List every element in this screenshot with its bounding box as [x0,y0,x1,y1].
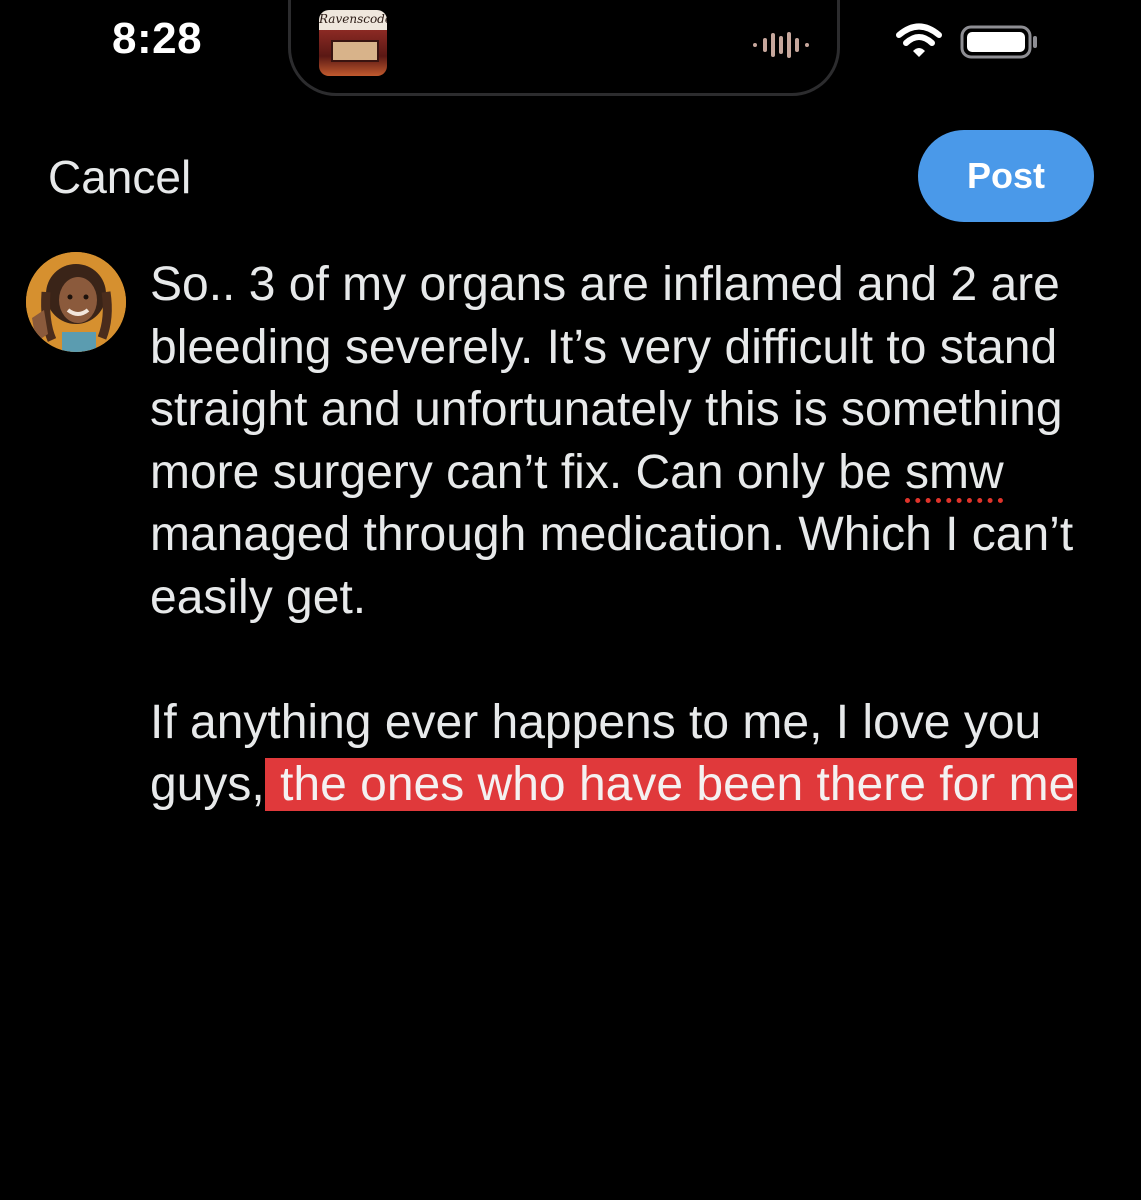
selected-text-highlight[interactable]: the ones who have been there for me [264,758,1078,811]
wifi-icon [896,23,942,57]
now-playing-artwork[interactable]: Ravenscode [319,10,387,76]
avatar-illustration [26,252,126,352]
artwork-sign-graphic [331,40,379,62]
battery-icon [960,25,1037,59]
avatar[interactable] [26,252,126,352]
tweet-paragraph-1: So.. 3 of my organs are inflamed and 2 a… [150,254,1120,629]
cancel-button[interactable]: Cancel [48,150,191,204]
tweet-compose-text[interactable]: So.. 3 of my organs are inflamed and 2 a… [150,254,1120,817]
post-button[interactable]: Post [918,130,1094,222]
now-playing-art-text: Ravenscode [319,12,387,26]
dynamic-island[interactable]: Ravenscode [288,0,840,96]
audio-waveform-icon [753,32,809,58]
tweet-text-part: managed through medication. Which I can’… [150,508,1074,624]
misspelled-word[interactable]: smw [905,446,1004,499]
tweet-paragraph-2: If anything ever happens to me, I love y… [150,692,1120,817]
status-time: 8:28 [112,14,203,63]
